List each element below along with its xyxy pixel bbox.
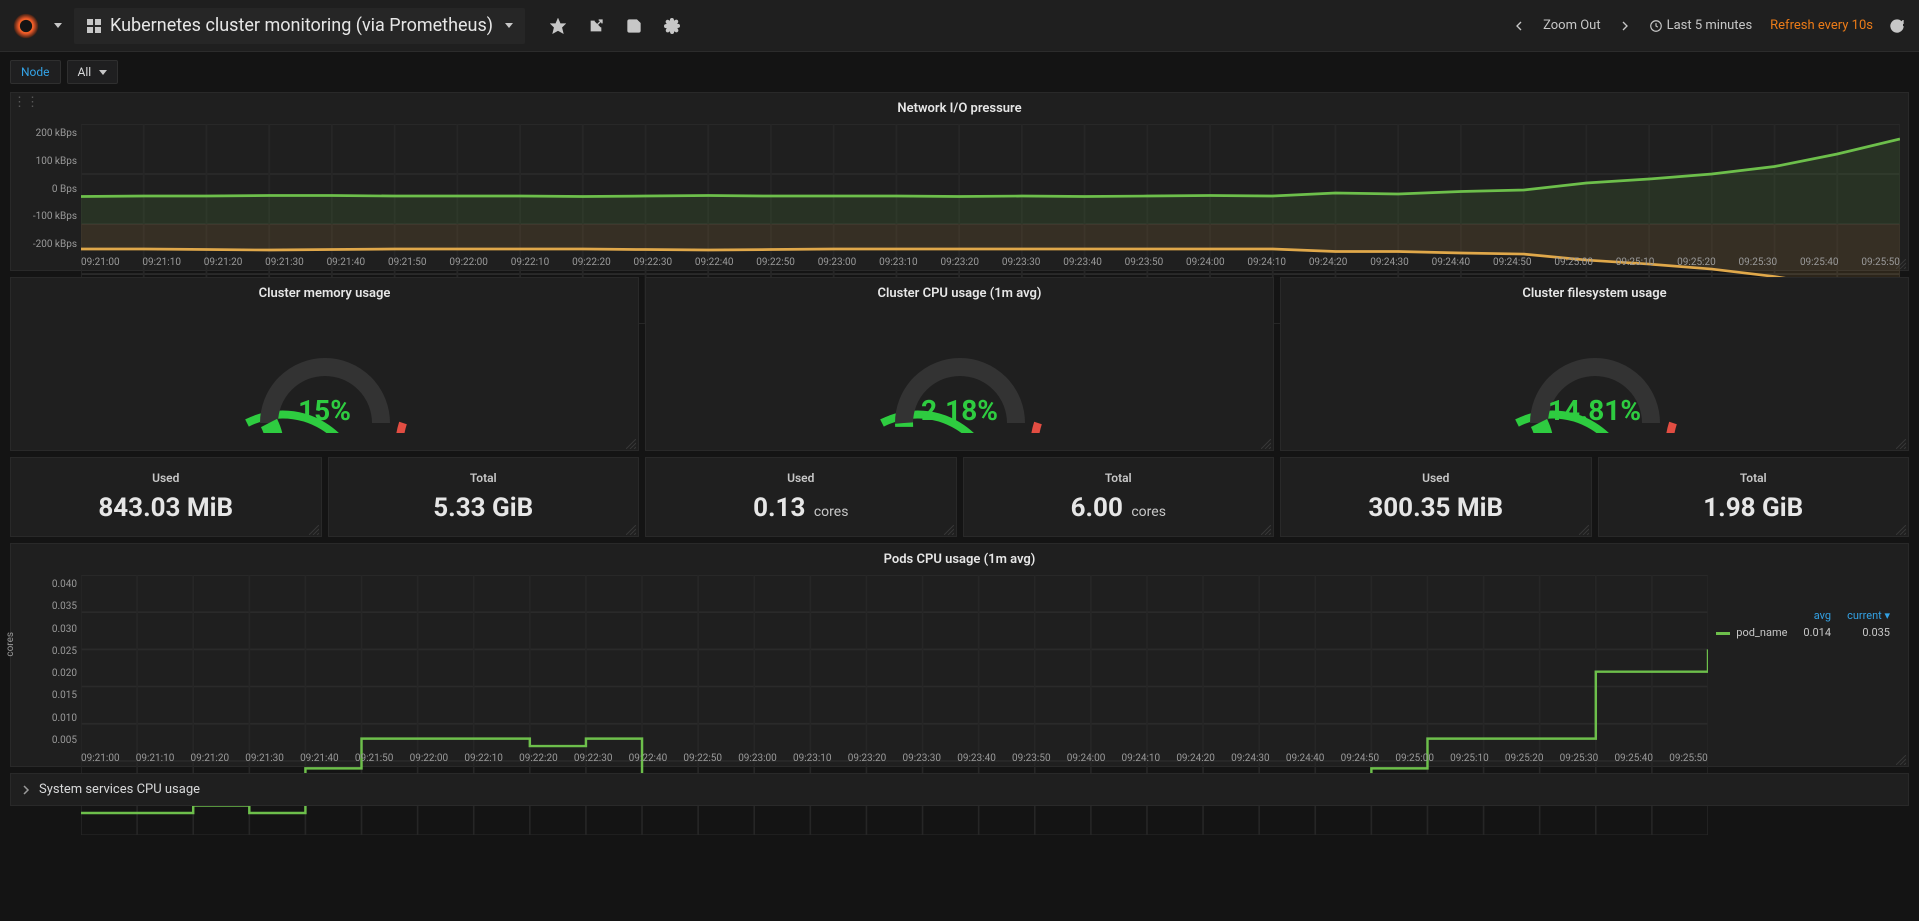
resize-handle-icon[interactable] <box>1896 258 1906 268</box>
legend-header-current[interactable]: current ▾ <box>1839 607 1898 624</box>
panel-title: Pods CPU usage (1m avg) <box>11 544 1908 571</box>
settings-button[interactable] <box>655 9 689 43</box>
panel-stat-fs-used[interactable]: Used 300.35 MiB <box>1280 457 1592 537</box>
dashboard-grid-icon <box>86 18 102 34</box>
stat-value: 1.98 GiB <box>1703 493 1803 523</box>
panel-gauge-memory[interactable]: Cluster memory usage 15% <box>10 277 639 451</box>
chevron-down-icon <box>99 70 107 75</box>
legend: avgcurrent ▾ pod_name0.0140.035 <box>1708 607 1898 641</box>
legend-header-avg[interactable]: avg <box>1795 607 1839 624</box>
stat-value: 6.00 cores <box>1071 493 1166 523</box>
variable-bar: Node All <box>0 52 1919 92</box>
resize-handle-icon[interactable] <box>1261 524 1271 534</box>
resize-handle-icon[interactable] <box>626 524 636 534</box>
panel-title: Cluster memory usage <box>11 278 638 305</box>
panel-stat-cpu-used[interactable]: Used 0.13 cores <box>645 457 957 537</box>
stat-value: 0.13 cores <box>753 493 848 523</box>
panel-gauge-cpu[interactable]: Cluster CPU usage (1m avg) 2.18% <box>645 277 1274 451</box>
time-forward-button[interactable] <box>1611 9 1639 43</box>
stat-label: Total <box>1105 471 1132 485</box>
dashboard-picker[interactable]: Kubernetes cluster monitoring (via Prome… <box>74 8 525 44</box>
x-axis: 09:21:0009:21:1009:21:2009:21:3009:21:40… <box>81 751 1708 764</box>
panel-pods-cpu[interactable]: Pods CPU usage (1m avg) cores 0.0400.035… <box>10 543 1909 767</box>
resize-handle-icon[interactable] <box>944 524 954 534</box>
resize-handle-icon[interactable] <box>1579 524 1589 534</box>
stat-value: 5.33 GiB <box>433 493 533 523</box>
row-title: System services CPU usage <box>39 782 200 797</box>
navbar: Kubernetes cluster monitoring (via Prome… <box>0 0 1919 52</box>
refresh-interval-picker[interactable]: Refresh every 10s <box>1762 12 1881 39</box>
save-button[interactable] <box>617 9 651 43</box>
gauge: 14.81% <box>1495 323 1695 433</box>
stat-label: Total <box>1740 471 1767 485</box>
stat-label: Used <box>1422 471 1449 485</box>
stat-label: Used <box>787 471 814 485</box>
dashboard-caret-icon <box>505 23 513 28</box>
resize-handle-icon[interactable] <box>1896 524 1906 534</box>
legend-row[interactable]: pod_name0.0140.035 <box>1708 624 1898 641</box>
panel-gauge-filesystem[interactable]: Cluster filesystem usage 14.81% <box>1280 277 1909 451</box>
stat-value: 300.35 MiB <box>1368 493 1503 523</box>
chevron-right-icon <box>21 785 31 795</box>
time-range-picker[interactable]: Last 5 minutes <box>1641 12 1761 39</box>
dashboard-title: Kubernetes cluster monitoring (via Prome… <box>110 15 493 36</box>
stat-label: Used <box>152 471 179 485</box>
gauge: 15% <box>225 323 425 433</box>
clock-icon <box>1649 19 1663 33</box>
resize-handle-icon[interactable] <box>1896 438 1906 448</box>
x-axis: 09:21:0009:21:1009:21:2009:21:3009:21:40… <box>81 255 1900 268</box>
time-range-label: Last 5 minutes <box>1667 18 1753 33</box>
grafana-logo-icon[interactable] <box>12 12 40 40</box>
time-controls: Zoom Out Last 5 minutes Refresh every 10… <box>1505 9 1911 43</box>
drag-handle-icon[interactable]: ⋮⋮ <box>13 95 21 109</box>
resize-handle-icon[interactable] <box>1261 438 1271 448</box>
resize-handle-icon[interactable] <box>309 524 319 534</box>
resize-handle-icon[interactable] <box>626 438 636 448</box>
share-button[interactable] <box>579 9 613 43</box>
logo-menu-caret-icon[interactable] <box>54 23 62 28</box>
time-back-button[interactable] <box>1505 9 1533 43</box>
row-system-services-cpu[interactable]: System services CPU usage <box>10 773 1909 806</box>
stat-label: Total <box>470 471 497 485</box>
panel-stat-fs-total[interactable]: Total 1.98 GiB <box>1598 457 1910 537</box>
refresh-button[interactable] <box>1883 9 1911 43</box>
y-axis: 200 kBps100 kBps0 Bps-100 kBps-200 kBps <box>15 128 77 250</box>
star-button[interactable] <box>541 9 575 43</box>
panel-title: Network I/O pressure <box>11 93 1908 120</box>
panel-stat-mem-used[interactable]: Used 843.03 MiB <box>10 457 322 537</box>
panel-title: Cluster CPU usage (1m avg) <box>646 278 1273 305</box>
zoom-out-button[interactable]: Zoom Out <box>1535 12 1608 39</box>
y-axis: 0.0400.0350.0300.0250.0200.0150.0100.005 <box>15 579 77 746</box>
stat-value: 843.03 MiB <box>98 493 233 523</box>
legend-swatch-icon <box>1716 632 1730 635</box>
gauge: 2.18% <box>860 323 1060 433</box>
resize-handle-icon[interactable] <box>1896 754 1906 764</box>
panel-stat-mem-total[interactable]: Total 5.33 GiB <box>328 457 640 537</box>
panel-stat-cpu-total[interactable]: Total 6.00 cores <box>963 457 1275 537</box>
variable-node-label[interactable]: Node <box>10 60 61 84</box>
panel-network-io[interactable]: ⋮⋮ Network I/O pressure 200 kBps100 kBps… <box>10 92 1909 271</box>
panel-title: Cluster filesystem usage <box>1281 278 1908 305</box>
variable-node-value[interactable]: All <box>67 60 119 84</box>
